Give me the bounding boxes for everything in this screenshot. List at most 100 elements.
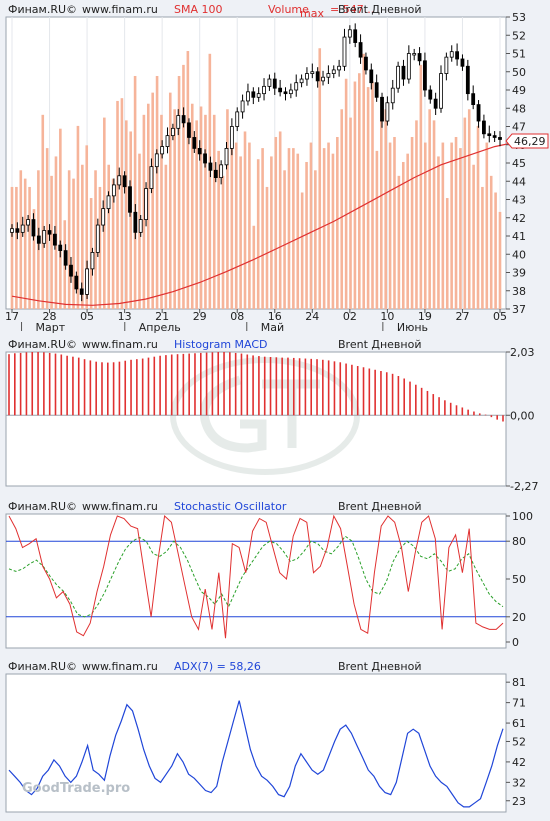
- candle-body: [406, 53, 411, 80]
- volume-bar: [428, 109, 431, 309]
- candle-body: [358, 42, 363, 58]
- volume-bar: [432, 120, 436, 309]
- adx-tick-label: 23: [512, 795, 526, 808]
- candle-body: [36, 235, 41, 244]
- header-site: www.finam.ru: [82, 338, 158, 351]
- candle-body: [138, 219, 143, 233]
- volume-bar: [379, 120, 383, 309]
- candle-body: [160, 146, 165, 155]
- candle-body: [154, 153, 159, 168]
- volume-bar: [450, 142, 453, 309]
- volume-bar: [256, 159, 260, 309]
- volume-bar: [327, 142, 330, 309]
- price-tick-label: 41: [512, 230, 526, 243]
- last-price-marker: 46,29: [505, 133, 549, 149]
- volume-bar: [15, 186, 18, 309]
- volume-bar: [437, 156, 440, 309]
- volume-bar: [498, 211, 502, 309]
- adx-tick-label: 42: [512, 756, 526, 769]
- price-tick-label: 40: [512, 248, 526, 261]
- candle-body: [176, 115, 181, 129]
- indicator-title-sma: SMA 100: [174, 3, 223, 16]
- volume-bar: [309, 142, 313, 309]
- volume-bar: [226, 109, 229, 309]
- header-site: www.finam.ru: [82, 3, 158, 16]
- candle-body: [449, 51, 454, 58]
- candle-body: [428, 89, 433, 100]
- volume-bar: [234, 142, 238, 309]
- volume-bar: [182, 64, 185, 309]
- price-tick-label: 52: [512, 29, 526, 42]
- candle-body: [423, 60, 427, 91]
- candle-body: [58, 244, 63, 251]
- trading-chart: 3738394041424344454647484950515253 46,29…: [5, 3, 549, 813]
- day-tick-label: 29: [193, 310, 207, 323]
- candle-body: [288, 89, 293, 95]
- volume-bar: [59, 128, 62, 309]
- last-price-label: 46,29: [514, 135, 546, 148]
- candle-body: [203, 153, 207, 164]
- candle-body: [337, 65, 342, 71]
- volume-bar: [406, 153, 409, 309]
- header-source: Финам.RU©: [8, 660, 77, 673]
- volume-bar: [248, 142, 251, 309]
- adx-panel: 23 32 42 52 61 71 81 Финам.RU© www.finam.ru AD…: [5, 660, 526, 813]
- candle-body: [69, 264, 73, 277]
- header-instrument: Brent Дневной: [338, 660, 421, 673]
- candle-body: [482, 120, 486, 135]
- volume-bar: [221, 175, 225, 309]
- volume-bar: [366, 87, 370, 309]
- candle-body: [53, 233, 57, 246]
- price-tick-label: 53: [512, 11, 526, 24]
- stochastic-tick-label: 0: [512, 636, 519, 649]
- price-axis: 3738394041424344454647484950515253: [506, 11, 526, 316]
- header-instrument: Brent Дневной: [338, 3, 421, 16]
- day-tick-label: 08: [230, 310, 244, 323]
- month-tick-label: Май: [261, 321, 284, 334]
- candle-body: [492, 135, 497, 138]
- volume-bar: [489, 175, 493, 309]
- price-tick-label: 48: [512, 102, 526, 115]
- volume-bar: [239, 156, 242, 309]
- volume-bar: [441, 142, 445, 309]
- volume-bar: [472, 164, 475, 309]
- candle-body: [465, 65, 470, 95]
- day-tick-label: 13: [118, 310, 132, 323]
- volume-bar: [305, 161, 308, 309]
- adx-tick-label: 81: [512, 676, 526, 689]
- header-site: www.finam.ru: [82, 660, 158, 673]
- volume-bar: [353, 81, 357, 309]
- candle-body: [347, 29, 352, 38]
- volume-bar: [252, 225, 256, 309]
- volume-bar: [19, 170, 23, 309]
- day-tick-label: 17: [5, 310, 19, 323]
- indicator-title-adx: ADX(7) = 58,26: [174, 660, 261, 673]
- candle-body: [63, 250, 68, 266]
- macd-tick-label: -2,27: [510, 480, 538, 493]
- candle-body: [251, 91, 256, 98]
- stochastic-plot-area: [5, 513, 507, 649]
- candle-body: [111, 184, 116, 197]
- day-tick-label: 10: [380, 310, 394, 323]
- indicator-title-macd: Histogram MACD: [174, 338, 268, 351]
- price-tick-label: 38: [512, 285, 526, 298]
- volume-bar: [199, 106, 203, 309]
- volume-bar: [212, 114, 216, 309]
- price-tick-label: 49: [512, 84, 526, 97]
- candle-body: [235, 111, 240, 127]
- volume-bar: [173, 109, 176, 309]
- candle-body: [460, 58, 465, 67]
- candle-body: [439, 73, 443, 109]
- macd-panel: 2,03 0,00 -2,27 Финам.RU© www.finam.ru His…: [5, 338, 538, 493]
- candle-body: [433, 98, 438, 109]
- candle-body: [240, 100, 245, 113]
- volume-bar: [459, 148, 462, 309]
- volume-bar: [296, 153, 300, 309]
- day-tick-label: 05: [493, 310, 507, 323]
- volume-bar: [314, 170, 317, 309]
- volume-bar: [243, 131, 247, 309]
- candle-body: [133, 211, 138, 233]
- header-source: Финам.RU©: [8, 500, 77, 513]
- candle-body: [144, 188, 148, 220]
- volume-bar: [129, 131, 133, 309]
